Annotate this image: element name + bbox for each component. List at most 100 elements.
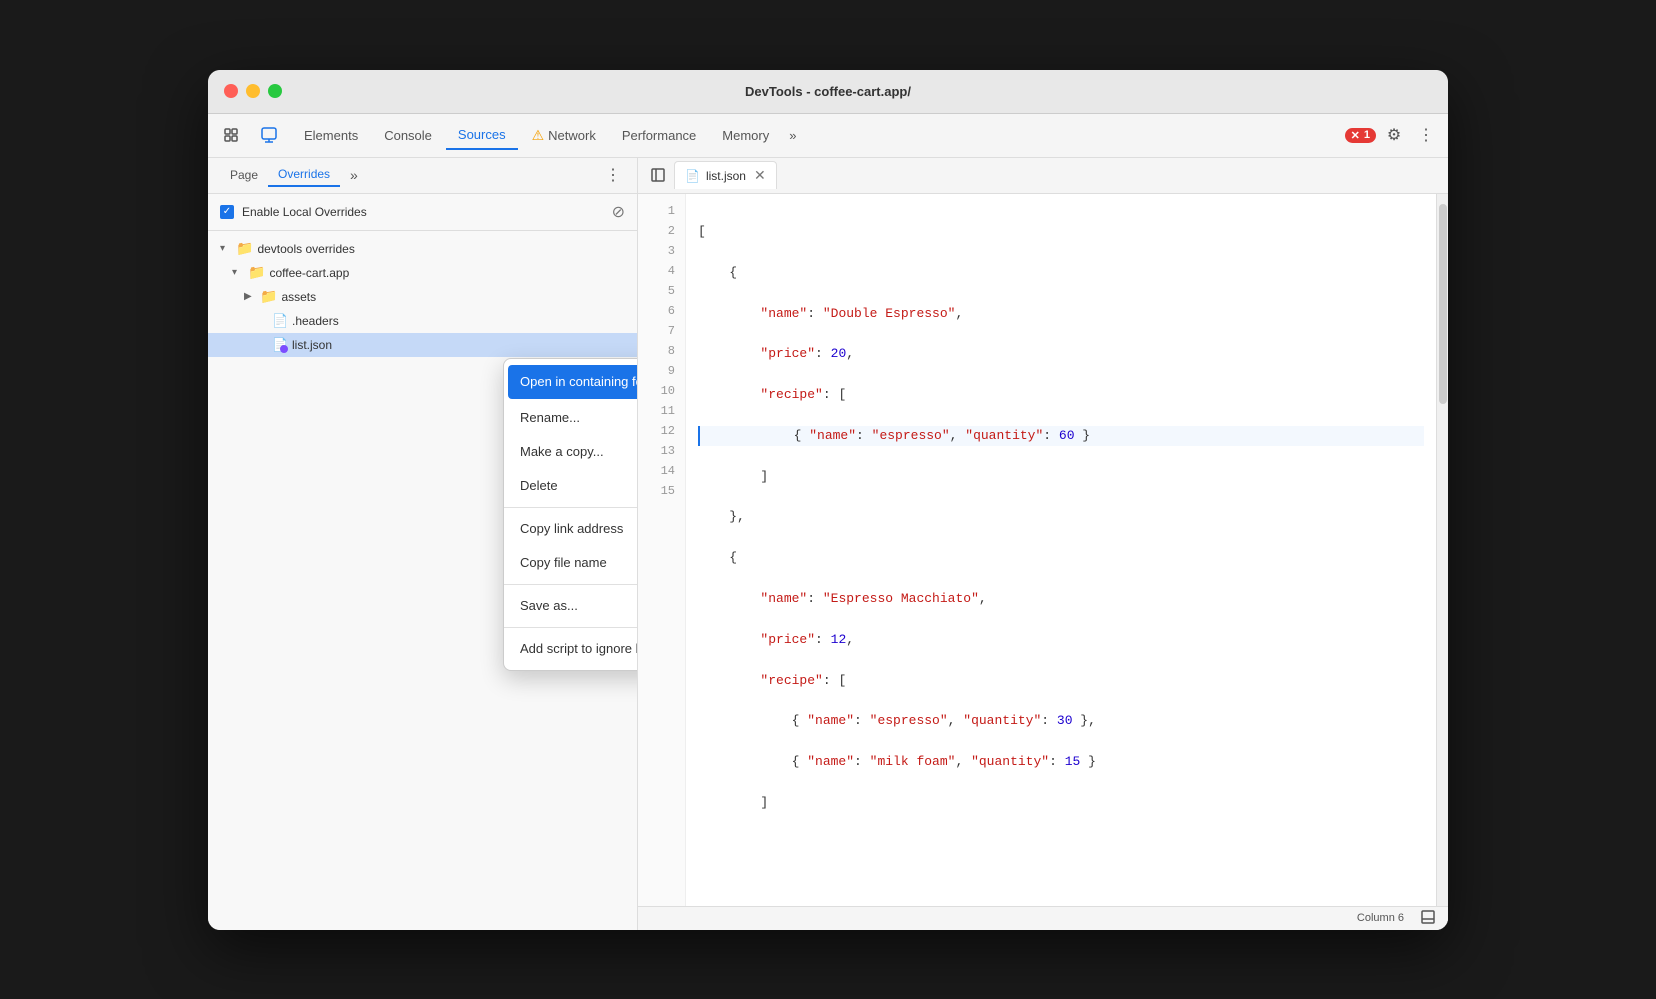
tree-label: list.json [292,338,332,352]
code-content[interactable]: [ { "name": "Double Espresso", "price": … [686,194,1436,906]
sidebar-toggle-icon[interactable] [646,163,670,187]
ctx-save-as[interactable]: Save as... [504,589,638,623]
tab-sources[interactable]: Sources [446,120,518,150]
minimize-button[interactable] [246,84,260,98]
context-menu: Open in containing folder Rename... Make… [503,358,638,671]
devtools-window: DevTools - coffee-cart.app/ Elements Con… [208,70,1448,930]
code-line-12: "recipe": [ [698,671,1424,691]
cursor-icon[interactable] [216,120,246,150]
status-bar: Column 6 [638,906,1448,930]
code-line-15: ] [698,793,1424,813]
code-area[interactable]: 1 2 3 4 5 6 7 8 9 10 11 12 13 14 15 [ [638,194,1448,906]
more-menu-icon: ⋮ [1418,125,1434,145]
error-badge[interactable]: ✕ 1 [1345,128,1376,143]
ctx-divider-2 [504,584,638,585]
tree-item-devtools-overrides[interactable]: ▾ 📁 devtools overrides [208,237,637,261]
ctx-rename[interactable]: Rename... [504,401,638,435]
warning-icon: ⚠ [532,127,545,144]
tree-arrow: ▾ [232,267,244,278]
tree-label: devtools overrides [257,242,354,256]
tab-close-button[interactable]: ✕ [754,167,766,184]
clear-overrides-icon[interactable]: ⊘ [612,202,625,222]
main-area: Page Overrides » ⋮ ✓ Enable Local Overri… [208,158,1448,930]
code-line-9: { [698,549,1424,569]
tree-arrow: ▶ [244,291,256,302]
enable-overrides-checkbox[interactable]: ✓ [220,205,234,219]
editor-tab-label: list.json [706,169,746,183]
tab-memory[interactable]: Memory [710,120,781,150]
settings-button[interactable]: ⚙ [1380,121,1408,149]
enable-overrides-bar: ✓ Enable Local Overrides ⊘ [208,194,637,231]
override-indicator [280,345,288,353]
ctx-make-copy[interactable]: Make a copy... [504,435,638,469]
settings-icon: ⚙ [1387,125,1401,145]
tab-sources-label: Sources [458,127,506,142]
maximize-button[interactable] [268,84,282,98]
code-line-14: { "name": "milk foam", "quantity": 15 } [698,753,1424,773]
enable-overrides-label: Enable Local Overrides [242,205,367,219]
file-icon-wrapper-override: 📄 [272,337,288,353]
sidebar-tab-more[interactable]: » [344,165,364,185]
ctx-delete[interactable]: Delete [504,469,638,503]
more-menu-button[interactable]: ⋮ [1412,121,1440,149]
traffic-lights [224,84,282,98]
tree-item-assets[interactable]: ▶ 📁 assets [208,285,637,309]
code-line-2: { [698,263,1424,283]
code-line-7: ] [698,467,1424,487]
status-console-toggle[interactable] [1420,909,1436,928]
tab-network[interactable]: ⚠ Network [520,120,608,150]
sidebar: Page Overrides » ⋮ ✓ Enable Local Overri… [208,158,638,930]
error-x-icon: ✕ [1351,129,1360,142]
tree-item-coffee-cart[interactable]: ▾ 📁 coffee-cart.app [208,261,637,285]
ctx-copy-name[interactable]: Copy file name [504,546,638,580]
tab-elements-label: Elements [304,128,358,143]
title-bar: DevTools - coffee-cart.app/ [208,70,1448,114]
code-line-1: [ [698,222,1424,242]
sidebar-tab-overrides[interactable]: Overrides [268,163,340,187]
code-line-6: { "name": "espresso", "quantity": 60 } [698,426,1424,446]
tree-label: assets [281,290,316,304]
sidebar-tabs: Page Overrides » ⋮ [208,158,637,194]
error-count: 1 [1364,129,1370,141]
ctx-ignore[interactable]: Add script to ignore list [504,632,638,666]
top-tab-right: ✕ 1 ⚙ ⋮ [1345,121,1440,149]
inspect-icon[interactable] [254,120,284,150]
ctx-copy-link[interactable]: Copy link address [504,512,638,546]
file-icon-wrapper: 📄 [272,313,288,329]
tab-console[interactable]: Console [372,120,444,150]
top-tabs-bar: Elements Console Sources ⚠ Network Perfo… [208,114,1448,158]
window-title: DevTools - coffee-cart.app/ [745,84,911,99]
sidebar-tab-page[interactable]: Page [220,164,268,186]
folder-icon: 📁 [248,264,265,281]
scrollbar-thumb[interactable] [1439,204,1447,404]
code-editor: 📄 list.json ✕ 1 2 3 4 5 6 7 8 9 10 [638,158,1448,930]
tree-label: coffee-cart.app [269,266,349,280]
ctx-divider-1 [504,507,638,508]
close-button[interactable] [224,84,238,98]
tab-file-icon: 📄 [685,169,700,183]
tab-more[interactable]: » [783,120,802,150]
editor-tab-list-json[interactable]: 📄 list.json ✕ [674,161,777,189]
tab-more-label: » [789,128,796,143]
line-numbers: 1 2 3 4 5 6 7 8 9 10 11 12 13 14 15 [638,194,686,906]
tree-item-list-json[interactable]: ▶ 📄 list.json [208,333,637,357]
folder-icon: 📁 [260,288,277,305]
code-line-8: }, [698,508,1424,528]
sidebar-tab-menu[interactable]: ⋮ [601,163,625,187]
code-line-10: "name": "Espresso Macchiato", [698,589,1424,609]
ctx-divider-3 [504,627,638,628]
status-column: Column 6 [1357,912,1404,924]
tab-elements[interactable]: Elements [292,120,370,150]
code-line-3: "name": "Double Espresso", [698,304,1424,324]
tree-arrow: ▾ [220,243,232,254]
tab-memory-label: Memory [722,128,769,143]
tree-item-headers[interactable]: ▶ 📄 .headers [208,309,637,333]
tab-console-label: Console [384,128,432,143]
tab-performance-label: Performance [622,128,696,143]
ctx-open-folder[interactable]: Open in containing folder [508,365,638,399]
tab-performance[interactable]: Performance [610,120,708,150]
scrollbar-track[interactable] [1436,194,1448,906]
code-line-13: { "name": "espresso", "quantity": 30 }, [698,712,1424,732]
file-icon: 📄 [272,313,288,328]
editor-tabs: 📄 list.json ✕ [638,158,1448,194]
